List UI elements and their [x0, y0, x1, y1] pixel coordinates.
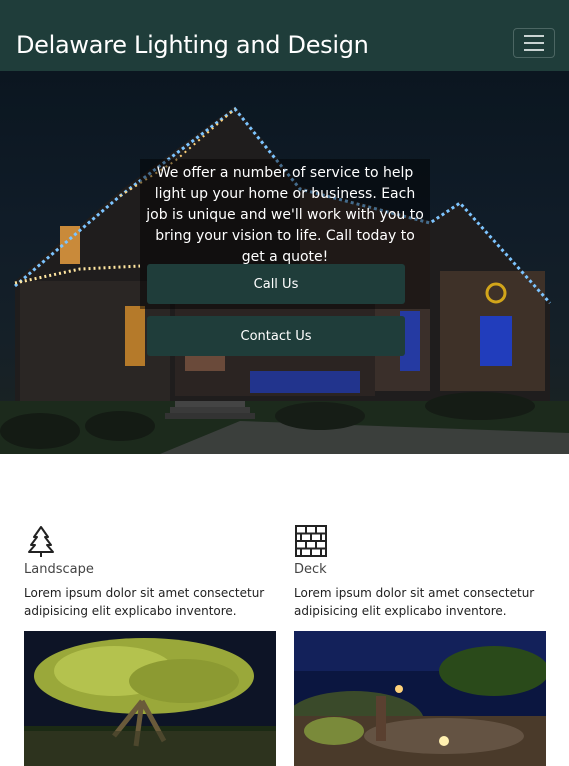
brand-title[interactable]: Delaware Lighting and Design: [16, 30, 369, 60]
feature-title: Landscape: [24, 562, 94, 577]
contact-us-button[interactable]: Contact Us: [147, 316, 405, 356]
feature-description: Lorem ipsum dolor sit amet consectetur a…: [294, 586, 535, 618]
hero-description: We offer a number of service to help lig…: [146, 165, 424, 265]
hero-section: We offer a number of service to help lig…: [0, 71, 569, 454]
brick-wall-icon: [295, 525, 327, 557]
tree-icon: [28, 526, 54, 557]
navbar: Delaware Lighting and Design: [0, 0, 569, 71]
landscape-photo: [24, 631, 276, 766]
feature-title: Deck: [294, 562, 327, 577]
features-section: Landscape Lorem ipsum dolor sit amet con…: [0, 454, 569, 766]
menu-bar: [524, 42, 544, 44]
deck-photo: [294, 631, 546, 766]
feature-description: Lorem ipsum dolor sit amet consectetur a…: [24, 586, 265, 618]
menu-bar: [524, 49, 544, 51]
menu-bar: [524, 35, 544, 37]
hamburger-menu-icon[interactable]: [513, 28, 555, 58]
call-us-button[interactable]: Call Us: [147, 264, 405, 304]
